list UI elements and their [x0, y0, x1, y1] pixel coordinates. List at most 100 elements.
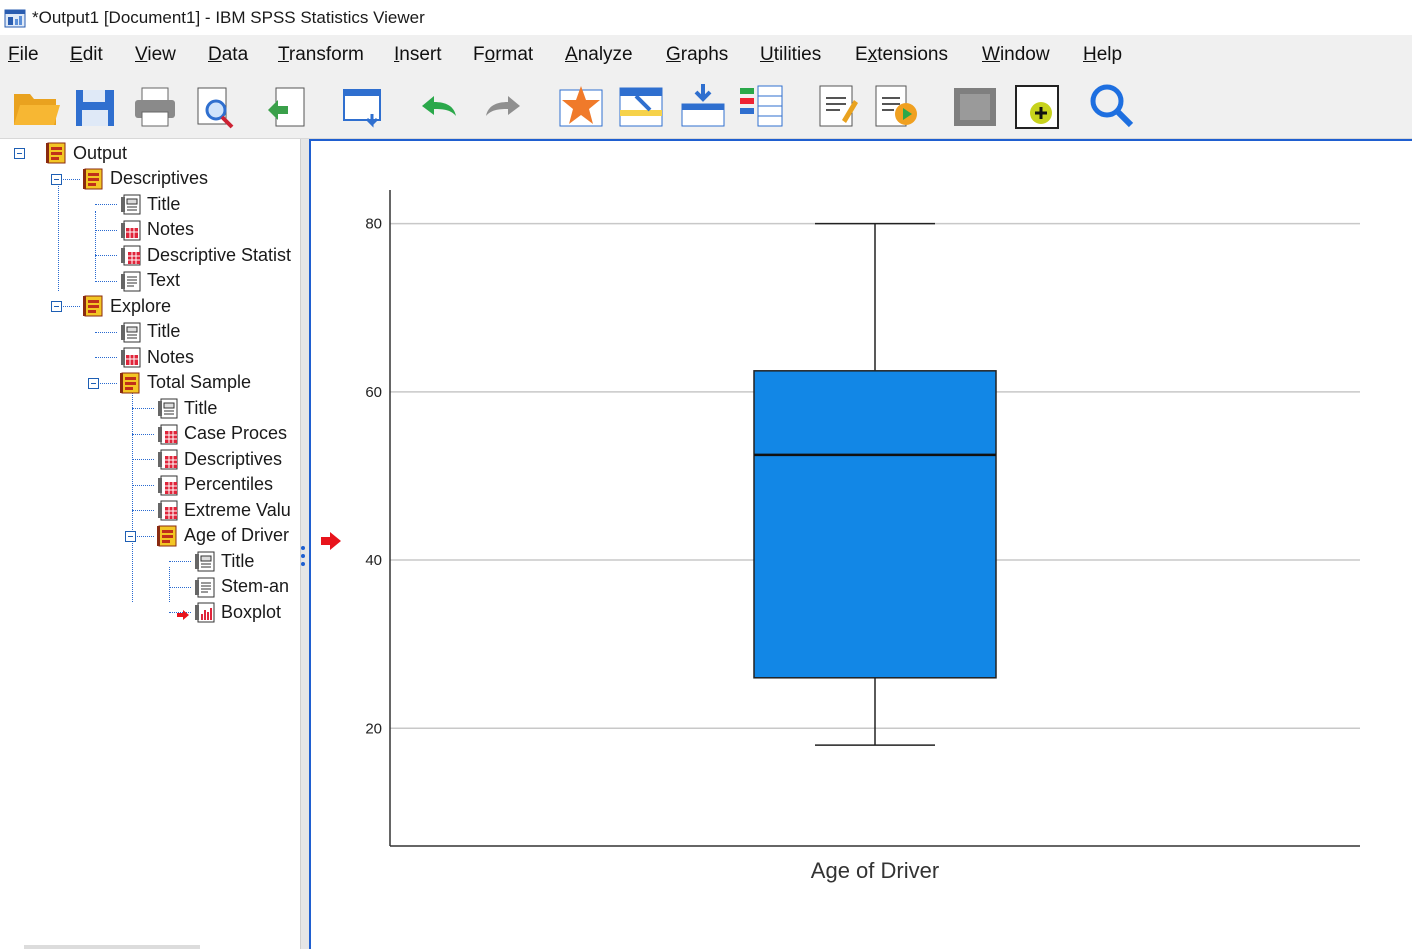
y-tick-label: 20 — [365, 720, 382, 737]
goto-data-button[interactable] — [556, 80, 606, 132]
tree-item-ad-title[interactable]: Title — [193, 549, 254, 573]
tree-item-label: Descriptives — [110, 168, 209, 188]
tree-connector-line — [132, 484, 154, 486]
selected-item-arrow-icon — [177, 607, 189, 620]
tree-item-label: Extreme Valu — [184, 499, 291, 520]
menu-graphs[interactable]: Graphs — [666, 44, 728, 66]
print-button[interactable] — [130, 80, 180, 132]
tree-item-ts-pct[interactable]: Percentiles — [156, 473, 273, 497]
tree-item-desc-notes[interactable]: Notes — [119, 218, 194, 242]
iqr-box[interactable] — [753, 370, 997, 679]
tree-connector-line — [95, 331, 117, 333]
tree-item-ts-case[interactable]: Case Proces — [156, 422, 287, 446]
collapse-toggle-icon[interactable] — [88, 377, 99, 389]
variables-button[interactable] — [736, 80, 786, 132]
menu-view[interactable]: View — [135, 44, 176, 66]
tree-item-desc-title[interactable]: Title — [119, 192, 180, 216]
tree-connector-line — [95, 229, 117, 231]
tree-item-desc-text[interactable]: Text — [119, 269, 180, 293]
boxplot-chart[interactable]: 20 40 60 80 Age of Driver — [330, 160, 1390, 920]
collapse-toggle-icon[interactable] — [125, 530, 136, 542]
collapse-toggle-icon[interactable] — [14, 148, 25, 159]
goto-variable-button[interactable] — [678, 80, 728, 132]
tree-item-label: Boxplot — [221, 601, 282, 622]
menu-analyze[interactable]: Analyze — [565, 44, 633, 66]
open-button[interactable] — [10, 80, 60, 132]
toolbar — [0, 72, 1412, 139]
tree-item-label: Text — [147, 270, 181, 290]
menu-data[interactable]: Data — [208, 44, 248, 66]
redo-icon — [486, 96, 520, 116]
menu-file[interactable]: File — [8, 44, 39, 66]
run-script-button[interactable] — [870, 80, 920, 132]
tree-item-age-driver[interactable]: Age of Driver — [156, 524, 289, 548]
outline-tree-pane[interactable]: Output Descriptives Title Notes Descriptive … — [0, 139, 300, 949]
menu-extensions[interactable]: Extensions — [855, 44, 948, 66]
menu-format[interactable]: Format — [473, 44, 533, 66]
insert-output-button[interactable] — [1012, 80, 1062, 132]
book-icon — [120, 372, 140, 393]
collapse-toggle-icon[interactable] — [51, 173, 62, 185]
tree-item-ad-boxplot[interactable]: Boxplot — [193, 600, 281, 624]
goto-case-button[interactable] — [616, 80, 666, 132]
tree-item-label: Title — [147, 193, 181, 214]
tree-item-ts-extreme[interactable]: Extreme Valu — [156, 498, 291, 522]
search-button[interactable] — [1086, 80, 1136, 132]
redo-button[interactable] — [478, 80, 528, 132]
tree-item-output[interactable]: Output — [45, 141, 127, 165]
menu-insert[interactable]: Insert — [394, 44, 442, 66]
table-icon — [158, 424, 178, 444]
print-preview-icon — [197, 87, 234, 129]
tree-item-label: Explore — [110, 295, 172, 316]
insert-output-icon — [1015, 85, 1059, 129]
splitter-grip-icon[interactable] — [300, 544, 306, 568]
menu-help[interactable]: Help — [1083, 44, 1122, 66]
tree-connector-line — [169, 586, 191, 588]
tree-connector-line — [169, 567, 170, 602]
tree-connector-line — [95, 211, 96, 279]
tree-item-total-sample[interactable]: Total Sample — [119, 371, 251, 395]
menu-edit[interactable]: Edit — [70, 44, 103, 66]
text-icon — [121, 271, 141, 291]
tree-item-exp-title[interactable]: Title — [119, 320, 180, 344]
tree-item-label: Title — [147, 321, 181, 341]
goto-data-icon — [559, 86, 603, 127]
horizontal-scrollbar[interactable] — [24, 945, 200, 949]
table-icon — [158, 500, 178, 521]
tree-item-ts-desc[interactable]: Descriptives — [156, 447, 282, 471]
goto-case-icon — [619, 87, 663, 127]
tree-item-label: Case Proces — [184, 423, 288, 443]
recall-dialog-icon — [343, 89, 381, 128]
export-button[interactable] — [262, 80, 312, 132]
y-tick-label: 40 — [365, 552, 382, 569]
boxplot-box-group[interactable] — [753, 222, 997, 746]
tree-connector-line — [132, 433, 154, 435]
chart-icon — [195, 602, 215, 623]
tree-item-label: Notes — [147, 219, 195, 239]
menu-utilities[interactable]: Utilities — [760, 44, 821, 66]
notes-icon — [121, 220, 141, 240]
boxplot-series[interactable] — [753, 222, 997, 746]
save-button[interactable] — [70, 80, 120, 132]
variables-icon — [740, 85, 783, 127]
menu-transform[interactable]: Transform — [278, 44, 364, 66]
menu-window[interactable]: Window — [982, 44, 1050, 66]
print-preview-button[interactable] — [190, 80, 240, 132]
tree-item-descriptives[interactable]: Descriptives — [82, 167, 208, 191]
tree-item-exp-notes[interactable]: Notes — [119, 345, 194, 369]
tree-item-label: Descriptives — [184, 448, 283, 469]
recall-dialog-button[interactable] — [338, 80, 388, 132]
table-icon — [158, 475, 178, 495]
tree-connector-line — [95, 255, 117, 256]
create-edit-autoscript-button[interactable] — [950, 80, 1000, 132]
designate-window-button[interactable] — [812, 80, 862, 132]
tree-item-ts-title[interactable]: Title — [156, 396, 217, 420]
search-icon — [1090, 84, 1134, 128]
tree-item-label: Title — [184, 397, 218, 418]
tree-item-explore[interactable]: Explore — [82, 294, 171, 318]
printer-icon — [135, 87, 175, 127]
collapse-toggle-icon[interactable] — [51, 301, 62, 312]
tree-item-ad-stem[interactable]: Stem-an — [193, 575, 289, 599]
undo-button[interactable] — [414, 80, 464, 132]
tree-item-desc-stats[interactable]: Descriptive Statist — [119, 243, 291, 267]
